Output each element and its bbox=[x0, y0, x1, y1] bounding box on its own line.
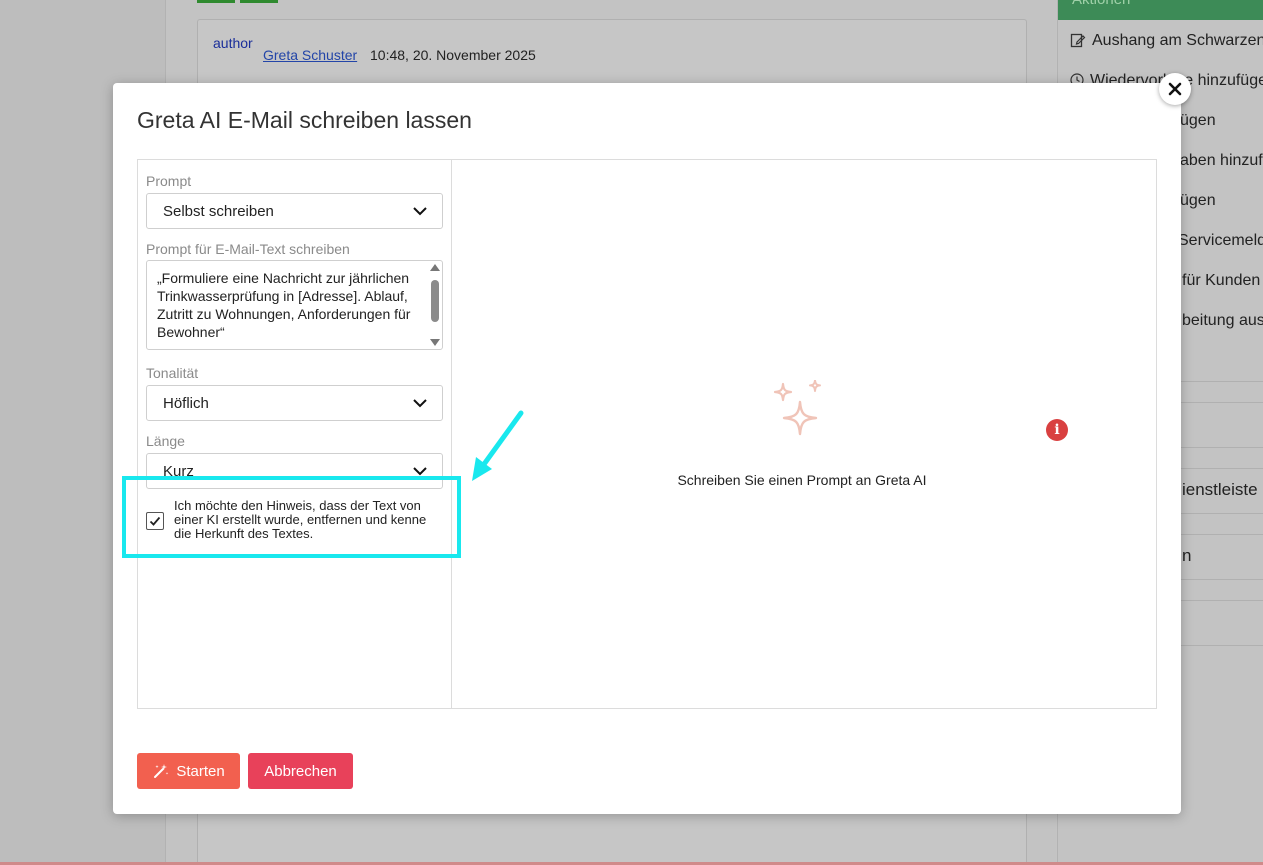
edit-icon bbox=[1070, 32, 1086, 53]
info-icon[interactable]: i bbox=[1046, 419, 1068, 441]
start-button[interactable]: Starten bbox=[137, 753, 240, 789]
close-dialog-button[interactable] bbox=[1159, 73, 1191, 105]
form-column: Prompt Selbst schreiben Prompt für E-Mai… bbox=[138, 160, 452, 708]
scroll-up-arrow-icon[interactable] bbox=[430, 264, 440, 271]
close-icon bbox=[1168, 82, 1182, 96]
arrow-annotation-icon bbox=[472, 410, 524, 481]
scroll-down-arrow-icon[interactable] bbox=[430, 339, 440, 346]
start-button-label: Starten bbox=[176, 762, 225, 780]
scrollbar-thumb[interactable] bbox=[431, 280, 439, 322]
prompt-label: Prompt bbox=[146, 173, 192, 189]
background-toolbar-button bbox=[240, 0, 278, 3]
dialog-panel: Prompt Selbst schreiben Prompt für E-Mai… bbox=[137, 159, 1157, 709]
email-text-label: Prompt für E-Mail-Text schreiben bbox=[146, 241, 350, 257]
action-item-label: Aushang am Schwarzen bbox=[1092, 32, 1263, 49]
actions-header: Aktionen bbox=[1058, 0, 1263, 20]
prompt-select-value: Selbst schreiben bbox=[163, 203, 274, 220]
prompt-select[interactable]: Selbst schreiben bbox=[146, 193, 443, 229]
tone-label: Tonalität bbox=[146, 365, 199, 381]
chevron-down-icon bbox=[413, 399, 427, 408]
message-timestamp: 10:48, 20. November 2025 bbox=[370, 47, 536, 63]
sparkles-icon bbox=[773, 380, 821, 436]
author-link[interactable]: Greta Schuster bbox=[263, 47, 357, 63]
tone-select-value: Höflich bbox=[163, 395, 209, 412]
chevron-down-icon bbox=[413, 207, 427, 216]
empty-state-text: Schreiben Sie einen Prompt an Greta AI bbox=[677, 472, 927, 488]
email-prompt-text: „Formuliere eine Nachricht zur jährliche… bbox=[157, 270, 411, 340]
result-column: Schreiben Sie einen Prompt an Greta AI i bbox=[452, 160, 1156, 708]
highlight-box-annotation bbox=[122, 476, 461, 558]
tone-select[interactable]: Höflich bbox=[146, 385, 443, 421]
greta-ai-dialog: Greta AI E-Mail schreiben lassen Prompt … bbox=[113, 83, 1181, 814]
author-avatar: author bbox=[213, 36, 253, 51]
background-toolbar-button bbox=[197, 0, 235, 3]
dialog-title: Greta AI E-Mail schreiben lassen bbox=[137, 107, 472, 133]
cancel-button-label: Abbrechen bbox=[264, 762, 337, 780]
magic-wand-icon bbox=[154, 764, 169, 778]
length-label: Länge bbox=[146, 433, 185, 449]
email-prompt-textarea[interactable]: „Formuliere eine Nachricht zur jährliche… bbox=[146, 260, 443, 350]
action-item[interactable]: Aushang am Schwarzen bbox=[1058, 32, 1263, 53]
cancel-button[interactable]: Abbrechen bbox=[248, 753, 353, 789]
